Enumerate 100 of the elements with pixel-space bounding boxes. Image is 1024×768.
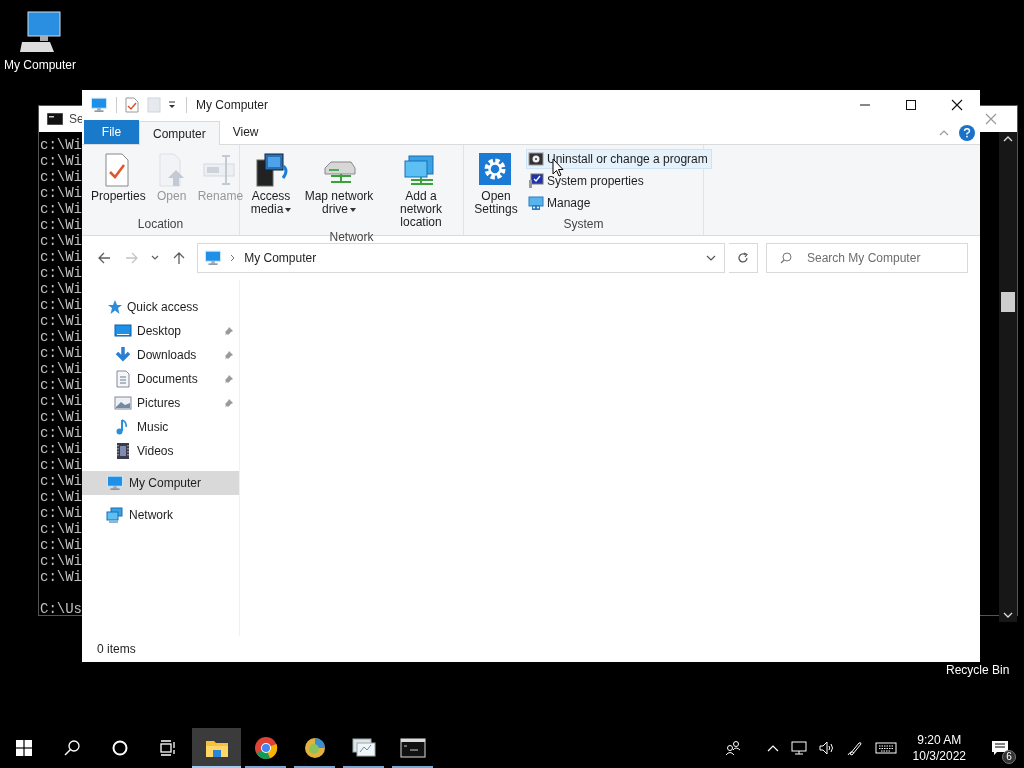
refresh-button[interactable] — [729, 243, 758, 273]
network-icon — [106, 507, 124, 523]
scroll-thumb[interactable] — [1001, 292, 1015, 312]
collapse-ribbon-icon[interactable] — [939, 130, 949, 136]
nav-item[interactable]: Documents — [82, 367, 239, 391]
search-icon — [780, 252, 792, 264]
console-line: c:\Wi — [40, 169, 82, 185]
console-line: c:\Wi — [40, 409, 82, 425]
ribbon-button[interactable]: Map network drive — [300, 149, 378, 217]
console-line: c:\Wi — [40, 233, 82, 249]
ribbon-button[interactable]: Properties — [88, 149, 149, 204]
manage-computer-icon — [528, 195, 544, 211]
maximize-icon — [905, 99, 917, 111]
dropdown-icon[interactable] — [167, 100, 177, 110]
ribbon-tab[interactable]: View — [219, 120, 272, 144]
address-text: My Computer — [244, 250, 318, 267]
console-line: c:\Wi — [40, 537, 82, 553]
nav-item[interactable]: My Computer — [82, 471, 239, 495]
document-icon — [114, 370, 132, 388]
picture-icon — [114, 394, 132, 412]
windows-logo-icon — [16, 740, 32, 756]
icon-label[interactable]: Recycle Bin — [946, 663, 1010, 677]
notifications-button[interactable]: 6 — [982, 728, 1018, 768]
computer-icon — [106, 474, 124, 492]
console-line: c:\Wi — [40, 265, 82, 281]
question-mark-icon — [963, 128, 971, 138]
scroll-down-icon[interactable] — [1003, 612, 1013, 618]
ribbon-button[interactable]: Uninstall or change a program — [526, 149, 712, 169]
console-line: c:\Wi — [40, 201, 82, 217]
console-line: c:\Wi — [40, 393, 82, 409]
nav-item[interactable]: Pictures — [82, 391, 239, 415]
console-line: c:\Wi — [40, 185, 82, 201]
ribbon-button[interactable]: System properties — [526, 171, 712, 191]
console-line: c:\Wi — [40, 473, 82, 489]
console-line: c:\Wi — [40, 505, 82, 521]
nav-item[interactable]: Network — [82, 503, 239, 527]
file-menu-button[interactable]: File — [84, 120, 139, 144]
console-line: c:\Wi — [40, 153, 82, 169]
chevron-down-icon[interactable] — [706, 255, 717, 261]
nav-item[interactable]: Downloads — [82, 343, 239, 367]
group-label: Network — [328, 230, 375, 244]
search-field[interactable]: Search My Computer — [766, 243, 968, 273]
group-label: System — [562, 217, 605, 231]
folder-icon — [204, 738, 229, 758]
console-line: c:\Wi — [40, 569, 82, 585]
console-line: c:\Wi — [40, 361, 82, 377]
keyboard-icon[interactable] — [874, 741, 897, 755]
caret-icon — [285, 207, 292, 212]
people-icon[interactable] — [724, 740, 741, 756]
volume-icon[interactable] — [818, 740, 835, 756]
back-icon — [96, 251, 111, 265]
pin-icon — [224, 350, 234, 360]
console-line: c:\Wi — [40, 281, 82, 297]
address-bar[interactable]: My Computer — [197, 243, 726, 273]
ribbon-button[interactable]: Add a network location — [380, 149, 462, 230]
pin-icon — [224, 374, 234, 384]
film-icon — [114, 442, 132, 460]
scroll-up-icon[interactable] — [1003, 136, 1013, 142]
icon-label[interactable]: My Computer — [4, 58, 76, 72]
console-line: c:\Wi — [40, 489, 82, 505]
download-icon — [114, 346, 132, 364]
ribbon-tab[interactable]: Computer — [139, 121, 220, 145]
console-line: c:\Wi — [40, 345, 82, 361]
pen-icon[interactable] — [846, 740, 863, 756]
monitor-icon — [350, 736, 377, 760]
computer-icon — [90, 96, 108, 114]
computer-icon — [204, 249, 223, 267]
console-line: c:\Wi — [40, 441, 82, 457]
nav-item[interactable]: Videos — [82, 439, 239, 463]
properties-icon — [125, 97, 139, 113]
forward-icon — [124, 251, 139, 265]
close-icon[interactable] — [985, 113, 997, 125]
console-line: c:\Wi — [40, 457, 82, 473]
monitor-check-icon — [528, 173, 544, 189]
help-icon[interactable] — [959, 125, 975, 141]
console-line: c:\Wi — [40, 329, 82, 345]
settings-icon — [478, 152, 514, 188]
nav-item[interactable]: Music — [82, 415, 239, 439]
chevron-up-icon[interactable] — [766, 744, 779, 752]
task-view-icon — [159, 740, 177, 756]
pin-icon — [224, 326, 234, 336]
clock-button[interactable]: 9:20 AM 10/3/2022 — [908, 732, 970, 764]
nav-item[interactable]: Desktop — [82, 319, 239, 343]
circle-icon — [112, 740, 128, 756]
nav-item[interactable]: Quick access — [82, 295, 239, 319]
console-line: c:\Wi — [40, 137, 82, 153]
search-icon — [64, 740, 80, 756]
page-icon — [147, 97, 161, 113]
pin-icon — [224, 398, 234, 408]
ribbon-button[interactable]: Open Settings — [468, 149, 524, 217]
console-line: c:\Wi — [40, 297, 82, 313]
console-line: c:\Wi — [40, 313, 82, 329]
folder-app-button[interactable] — [192, 728, 241, 768]
network-icon[interactable] — [790, 740, 807, 756]
console-line: c:\Wi — [40, 249, 82, 265]
caret-icon — [350, 207, 356, 212]
ribbon-button[interactable]: Access media — [244, 149, 298, 217]
ribbon-button[interactable]: Manage — [526, 193, 712, 213]
status-text: 0 items — [96, 641, 137, 658]
console-line: c:\Wi — [40, 377, 82, 393]
